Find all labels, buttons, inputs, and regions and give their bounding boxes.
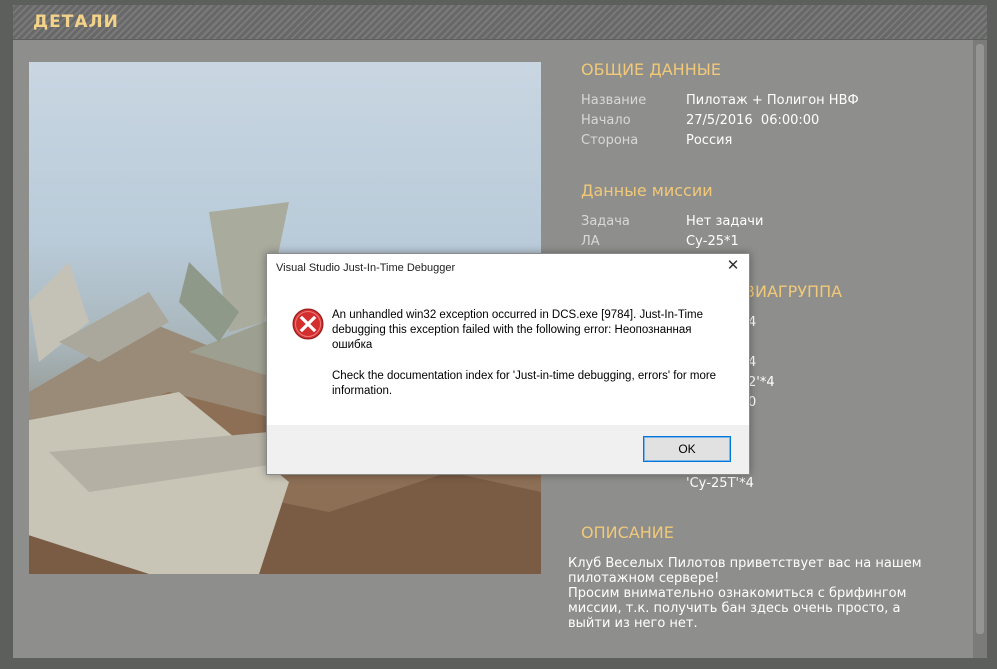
side-label: Сторона [581, 133, 639, 148]
error-hint: Check the documentation index for 'Just-… [332, 370, 717, 397]
ok-button[interactable]: OK [643, 436, 731, 462]
vertical-scrollbar[interactable] [973, 40, 987, 658]
flight-group-value-partial: 2'*4 [748, 375, 775, 390]
side-value: Россия [686, 133, 733, 148]
mission-data-heading: Данные миссии [581, 181, 713, 200]
dialog-footer: OK [267, 425, 749, 474]
start-label: Начало [581, 113, 631, 128]
name-label: Название [581, 93, 647, 108]
task-label: Задача [581, 214, 630, 229]
general-data-heading: ОБЩИЕ ДАННЫЕ [581, 60, 721, 79]
details-title: ДЕТАЛИ [33, 12, 119, 32]
name-value: Пилотаж + Полигон НВФ [686, 93, 859, 108]
error-icon [292, 308, 324, 340]
task-value: Нет задачи [686, 214, 764, 229]
close-icon[interactable]: ✕ [725, 258, 741, 274]
scrollbar-thumb[interactable] [976, 44, 984, 634]
description-heading: ОПИСАНИЕ [581, 523, 674, 542]
description-text: Клуб Веселых Пилотов приветствует вас на… [568, 556, 922, 631]
start-value: 27/5/2016 06:00:00 [686, 113, 820, 128]
flight-group-heading-partial: ВИАГРУППА [744, 282, 843, 301]
dialog-title: Visual Studio Just-In-Time Debugger [276, 262, 456, 274]
aircraft-label: ЛА [581, 234, 600, 249]
aircraft-value: Су-25*1 [686, 234, 739, 249]
details-header: ДЕТАЛИ [13, 5, 987, 39]
flight-group-value-partial: 'Су-25Т'*4 [686, 476, 754, 491]
error-message: An unhandled win32 exception occurred in… [332, 309, 703, 351]
jit-debugger-dialog: Visual Studio Just-In-Time Debugger ✕ An… [266, 253, 750, 475]
